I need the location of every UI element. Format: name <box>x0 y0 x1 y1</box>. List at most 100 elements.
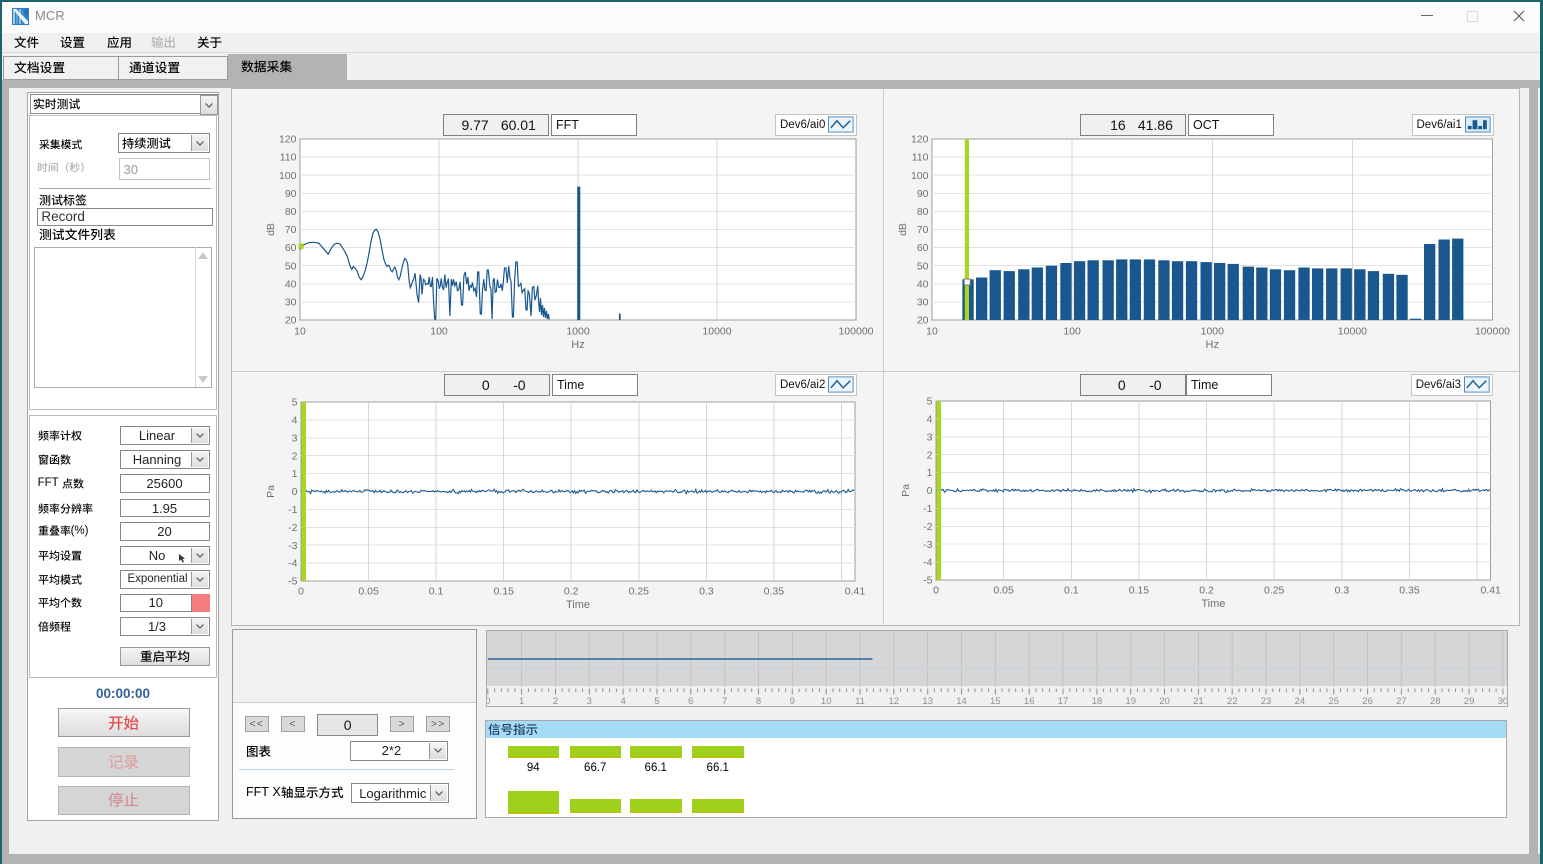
svg-text:0.25: 0.25 <box>1264 585 1285 596</box>
svg-text:40: 40 <box>285 278 297 290</box>
svg-text:-4: -4 <box>288 557 297 569</box>
svg-text:9: 9 <box>789 696 794 706</box>
svg-text:20: 20 <box>1159 696 1170 706</box>
svg-text:0.05: 0.05 <box>358 585 379 597</box>
svg-text:1000: 1000 <box>566 326 590 338</box>
svg-text:50: 50 <box>285 260 297 272</box>
svg-text:25: 25 <box>1328 696 1339 706</box>
svg-text:120: 120 <box>910 134 928 146</box>
svg-text:0.3: 0.3 <box>699 585 714 597</box>
svg-text:-1: -1 <box>288 504 297 516</box>
svg-text:90: 90 <box>916 188 928 200</box>
svg-text:3: 3 <box>292 432 298 444</box>
svg-text:Time: Time <box>566 599 590 611</box>
svg-text:1: 1 <box>518 696 523 706</box>
svg-text:-5: -5 <box>923 576 932 587</box>
svg-text:110: 110 <box>911 152 928 164</box>
svg-text:dB: dB <box>265 223 277 236</box>
svg-text:-3: -3 <box>923 540 932 551</box>
svg-text:Hz: Hz <box>1205 339 1218 351</box>
svg-text:0: 0 <box>298 585 304 597</box>
svg-text:5: 5 <box>654 696 659 706</box>
svg-text:-2: -2 <box>923 522 932 533</box>
svg-text:60: 60 <box>285 242 297 254</box>
svg-text:7: 7 <box>722 696 727 706</box>
svg-text:0: 0 <box>927 486 933 497</box>
svg-text:24: 24 <box>1294 696 1305 706</box>
svg-text:2: 2 <box>292 450 298 462</box>
svg-text:0.15: 0.15 <box>1129 585 1150 596</box>
svg-text:Pa: Pa <box>265 484 277 497</box>
svg-text:0.1: 0.1 <box>1064 585 1079 596</box>
svg-text:0.05: 0.05 <box>993 585 1014 596</box>
svg-text:2: 2 <box>927 450 933 461</box>
svg-text:8: 8 <box>755 696 760 706</box>
svg-text:0.25: 0.25 <box>629 585 650 597</box>
svg-text:120: 120 <box>279 134 297 146</box>
svg-text:18: 18 <box>1091 696 1102 706</box>
svg-text:0.1: 0.1 <box>429 585 444 597</box>
svg-text:4: 4 <box>292 414 298 426</box>
svg-text:0.35: 0.35 <box>764 585 785 597</box>
svg-text:19: 19 <box>1125 696 1136 706</box>
svg-text:110: 110 <box>280 152 297 164</box>
svg-text:15: 15 <box>990 696 1001 706</box>
svg-text:100: 100 <box>430 326 448 338</box>
svg-text:2: 2 <box>552 696 557 706</box>
svg-text:100000: 100000 <box>1474 326 1509 338</box>
svg-text:22: 22 <box>1226 696 1237 706</box>
svg-text:10: 10 <box>294 326 306 338</box>
svg-text:0.35: 0.35 <box>1399 585 1420 596</box>
svg-text:-5: -5 <box>288 575 297 587</box>
svg-text:-1: -1 <box>923 504 932 515</box>
svg-text:1: 1 <box>292 468 298 480</box>
svg-text:1000: 1000 <box>1200 326 1224 338</box>
svg-text:14: 14 <box>956 696 967 706</box>
svg-text:4: 4 <box>620 696 625 706</box>
svg-text:100: 100 <box>279 170 297 182</box>
svg-text:0: 0 <box>933 585 939 596</box>
svg-text:0.41: 0.41 <box>1480 585 1501 596</box>
svg-text:80: 80 <box>285 206 297 218</box>
svg-text:70: 70 <box>285 224 297 236</box>
svg-text:10: 10 <box>820 696 831 706</box>
svg-text:10000: 10000 <box>702 326 731 338</box>
svg-text:50: 50 <box>916 260 928 272</box>
svg-text:1: 1 <box>927 468 933 479</box>
svg-text:27: 27 <box>1396 696 1407 706</box>
svg-text:13: 13 <box>922 696 933 706</box>
svg-text:10000: 10000 <box>1337 326 1366 338</box>
svg-text:-4: -4 <box>923 558 932 569</box>
svg-text:5: 5 <box>927 397 933 408</box>
svg-text:6: 6 <box>688 696 693 706</box>
svg-text:17: 17 <box>1057 696 1068 706</box>
svg-text:80: 80 <box>916 206 928 218</box>
svg-text:21: 21 <box>1193 696 1204 706</box>
svg-text:0.2: 0.2 <box>564 585 579 597</box>
svg-text:60: 60 <box>916 242 928 254</box>
svg-text:30: 30 <box>285 297 297 309</box>
svg-text:0: 0 <box>487 696 490 706</box>
svg-text:90: 90 <box>285 188 297 200</box>
svg-text:70: 70 <box>916 224 928 236</box>
svg-text:3: 3 <box>927 432 933 443</box>
svg-text:29: 29 <box>1463 696 1474 706</box>
svg-text:4: 4 <box>927 415 933 426</box>
svg-text:10: 10 <box>926 326 938 338</box>
svg-text:0.2: 0.2 <box>1199 585 1214 596</box>
svg-text:0.3: 0.3 <box>1335 585 1350 596</box>
svg-text:11: 11 <box>855 696 865 706</box>
svg-text:-3: -3 <box>288 539 297 551</box>
svg-text:100: 100 <box>1063 326 1081 338</box>
svg-text:5: 5 <box>292 396 298 408</box>
svg-text:100: 100 <box>910 170 928 182</box>
svg-text:30: 30 <box>1497 696 1507 706</box>
svg-text:26: 26 <box>1362 696 1373 706</box>
svg-text:dB: dB <box>897 223 909 236</box>
svg-text:Time: Time <box>1201 598 1225 610</box>
svg-text:40: 40 <box>916 278 928 290</box>
svg-text:3: 3 <box>586 696 591 706</box>
svg-text:Hz: Hz <box>571 339 584 351</box>
svg-text:12: 12 <box>888 696 899 706</box>
svg-text:28: 28 <box>1429 696 1440 706</box>
